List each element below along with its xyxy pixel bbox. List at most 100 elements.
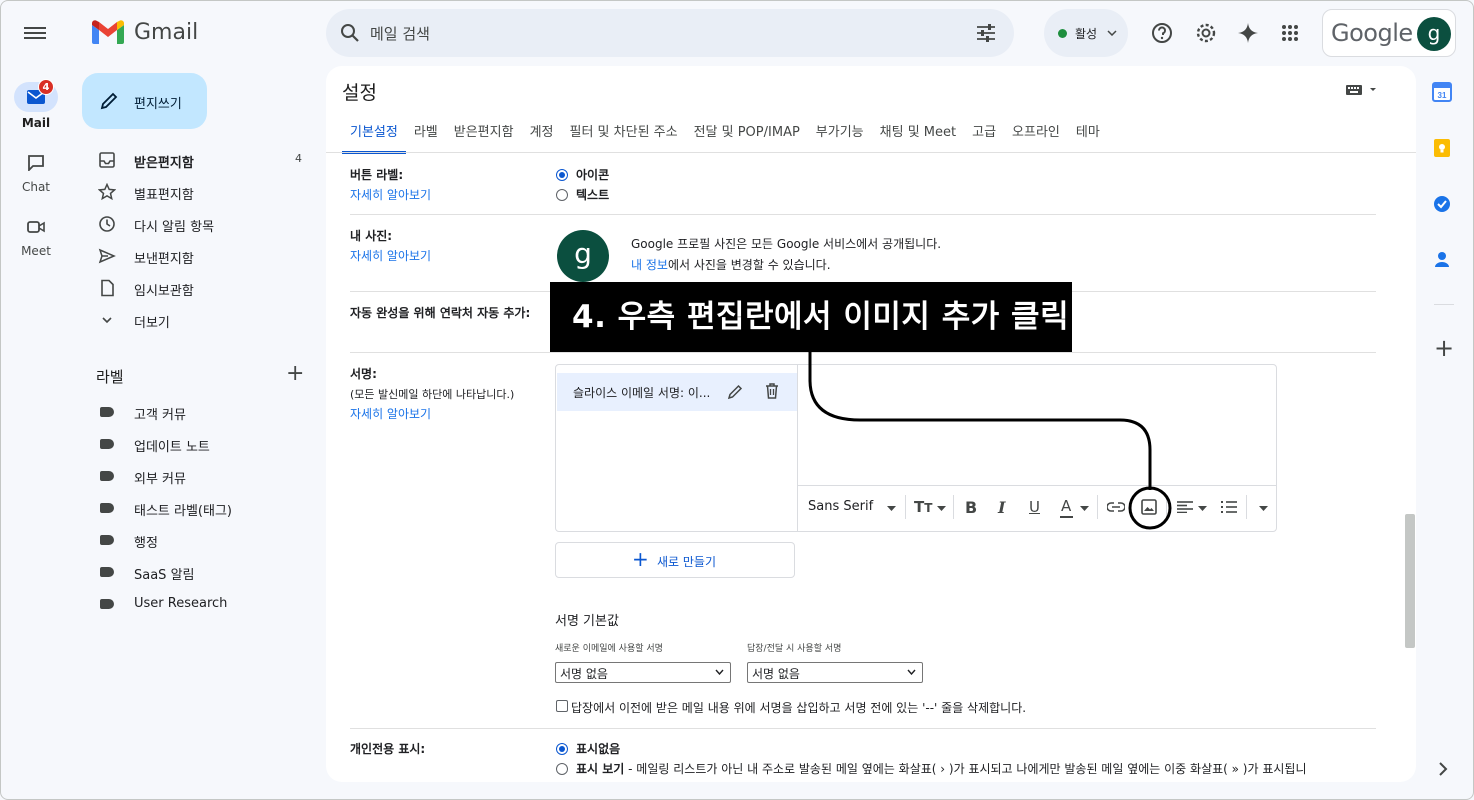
select-chevron-icon bbox=[907, 669, 916, 675]
mail-rail-label: Mail bbox=[21, 116, 51, 130]
about-me-link[interactable]: 내 정보 bbox=[631, 258, 668, 272]
mail-rail-button[interactable]: 4 bbox=[14, 79, 58, 112]
tab-advanced[interactable]: 고급 bbox=[964, 124, 1004, 154]
signature-list-item[interactable]: 슬라이스 이메일 서명: 이... bbox=[557, 373, 797, 411]
tab-addons[interactable]: 부가기능 bbox=[808, 124, 872, 154]
search-icon[interactable] bbox=[340, 23, 360, 43]
labels-heading: 라벨 bbox=[96, 368, 124, 386]
nav-item-inbox[interactable]: 받은편지함 4 bbox=[84, 144, 314, 176]
label-tag-icon bbox=[100, 599, 114, 609]
radio-show-indicators-label: 표시 보기 - 메일링 리스트가 아닌 내 주소로 발송된 메일 옆에는 화살표… bbox=[576, 760, 1307, 777]
nav-item-drafts[interactable]: 임시보관함 bbox=[84, 272, 314, 304]
label-name: 업데이트 노트 bbox=[134, 440, 210, 455]
compose-button[interactable]: 편지쓰기 bbox=[82, 73, 207, 129]
label-item[interactable]: 행정 bbox=[84, 524, 314, 556]
nav-item-more[interactable]: 더보기 bbox=[84, 304, 314, 336]
scrollbar-thumb[interactable] bbox=[1405, 514, 1415, 648]
reply-signature-select[interactable]: 서명 없음 bbox=[747, 662, 923, 683]
label-name: User Research bbox=[134, 596, 228, 611]
new-email-signature-select[interactable]: 서명 없음 bbox=[555, 662, 731, 683]
label-name: 태스트 라벨(태그) bbox=[134, 504, 232, 519]
nav-label-more: 더보기 bbox=[134, 316, 170, 331]
photo-change-rest: 에서 사진을 변경할 수 있습니다. bbox=[667, 258, 831, 272]
meet-rail-button[interactable] bbox=[14, 212, 58, 242]
photo-change-text: 내 정보에서 사진을 변경할 수 있습니다. bbox=[631, 256, 831, 273]
label-item[interactable]: User Research bbox=[84, 588, 314, 620]
learn-more-link[interactable]: 자세히 알아보기 bbox=[350, 405, 431, 422]
gemini-sparkle-icon[interactable] bbox=[1234, 19, 1262, 47]
keyboard-icon[interactable] bbox=[1346, 84, 1380, 96]
add-label-plus-icon[interactable]: + bbox=[286, 362, 304, 386]
tab-forwarding[interactable]: 전달 및 POP/IMAP bbox=[686, 124, 808, 154]
signature-placement-text: 답장에서 이전에 받은 메일 내용 위에 서명을 삽입하고 서명 전에 있는 '… bbox=[571, 701, 1027, 715]
expand-side-panel-icon[interactable] bbox=[1438, 762, 1448, 776]
keep-app-icon[interactable] bbox=[1432, 138, 1456, 162]
tab-labels[interactable]: 라벨 bbox=[406, 124, 446, 154]
settings-gear-icon[interactable] bbox=[1192, 19, 1220, 47]
radio-show-indicators[interactable] bbox=[556, 763, 568, 775]
add-app-plus-icon[interactable]: + bbox=[1434, 336, 1454, 360]
main-menu-icon[interactable] bbox=[24, 24, 46, 42]
label-name: SaaS 알림 bbox=[134, 568, 195, 583]
create-new-signature-button[interactable]: + 새로 만들기 bbox=[555, 542, 795, 578]
learn-more-link[interactable]: 자세히 알아보기 bbox=[350, 186, 431, 203]
personal-indicators-label: 개인전용 표시: bbox=[350, 742, 426, 756]
button-labels-label: 버튼 라벨: bbox=[350, 168, 404, 182]
inbox-icon bbox=[99, 152, 115, 168]
radio-icons[interactable] bbox=[556, 169, 568, 181]
tab-offline[interactable]: 오프라인 bbox=[1004, 124, 1068, 154]
nav-item-starred[interactable]: 별표편지함 bbox=[84, 176, 314, 208]
label-item[interactable]: SaaS 알림 bbox=[84, 556, 314, 588]
radio-text-label: 텍스트 bbox=[576, 188, 610, 202]
status-selector[interactable]: 활성 bbox=[1044, 9, 1128, 57]
account-avatar[interactable]: g bbox=[1417, 17, 1451, 51]
draft-file-icon bbox=[101, 279, 114, 297]
reply-use-label: 답장/전달 시 사용할 서명 bbox=[747, 644, 842, 654]
tab-themes[interactable]: 테마 bbox=[1068, 124, 1108, 154]
signature-placement-checkbox[interactable] bbox=[556, 700, 568, 712]
tab-filters[interactable]: 필터 및 차단된 주소 bbox=[562, 124, 686, 154]
search-input[interactable]: 메일 검색 bbox=[370, 23, 430, 44]
new-email-signature-value: 서명 없음 bbox=[560, 667, 608, 681]
send-icon bbox=[98, 248, 116, 264]
label-item[interactable]: 고객 커뮤 bbox=[84, 396, 314, 428]
my-picture-label: 내 사진: bbox=[350, 229, 393, 243]
label-item[interactable]: 태스트 라벨(태그) bbox=[84, 492, 314, 524]
search-options-icon[interactable] bbox=[976, 24, 996, 42]
signature-name: 슬라이스 이메일 서명: 이... bbox=[573, 386, 711, 400]
nav-label-starred: 별표편지함 bbox=[134, 188, 194, 203]
search-bar[interactable]: 메일 검색 bbox=[326, 9, 1014, 57]
edit-pencil-icon[interactable] bbox=[727, 384, 743, 400]
svg-text:31: 31 bbox=[1438, 91, 1447, 100]
help-icon[interactable] bbox=[1148, 19, 1176, 47]
nav-item-snoozed[interactable]: 다시 알림 항목 bbox=[84, 208, 314, 240]
tab-chat-meet[interactable]: 채팅 및 Meet bbox=[872, 124, 964, 154]
contacts-app-icon[interactable] bbox=[1432, 250, 1456, 274]
show-indicators-desc: - 메일링 리스트가 아닌 내 주소로 발송된 메일 옆에는 화살표( › )가… bbox=[624, 762, 1307, 776]
new-email-use-label: 새로운 이메일에 사용할 서명 bbox=[555, 644, 663, 654]
numbered-list-icon[interactable] bbox=[1221, 500, 1237, 514]
create-new-label: 새로 만들기 bbox=[657, 555, 717, 569]
account-switcher[interactable]: Google g bbox=[1322, 9, 1456, 57]
apps-grid-icon[interactable] bbox=[1276, 19, 1304, 47]
learn-more-link[interactable]: 자세히 알아보기 bbox=[350, 247, 431, 264]
radio-no-indicators[interactable] bbox=[556, 743, 568, 755]
gmail-m-icon bbox=[92, 20, 124, 44]
chat-rail-button[interactable] bbox=[14, 148, 58, 178]
label-tag-icon bbox=[100, 439, 114, 449]
page-title: 설정 bbox=[342, 82, 377, 104]
tab-accounts[interactable]: 계정 bbox=[522, 124, 562, 154]
gmail-logo[interactable] bbox=[92, 20, 124, 48]
label-item[interactable]: 외부 커뮤 bbox=[84, 460, 314, 492]
tab-general[interactable]: 기본설정 bbox=[342, 124, 406, 154]
more-formatting-icon[interactable] bbox=[1259, 506, 1268, 511]
calendar-app-icon[interactable]: 31 bbox=[1432, 82, 1456, 106]
rail-divider bbox=[1434, 304, 1454, 305]
expand-more-icon bbox=[102, 317, 112, 324]
tab-inbox[interactable]: 받은편지함 bbox=[446, 124, 522, 154]
radio-text[interactable] bbox=[556, 189, 568, 201]
label-item[interactable]: 업데이트 노트 bbox=[84, 428, 314, 460]
nav-item-sent[interactable]: 보낸편지함 bbox=[84, 240, 314, 272]
delete-trash-icon[interactable] bbox=[765, 383, 779, 399]
tasks-app-icon[interactable] bbox=[1432, 194, 1456, 218]
